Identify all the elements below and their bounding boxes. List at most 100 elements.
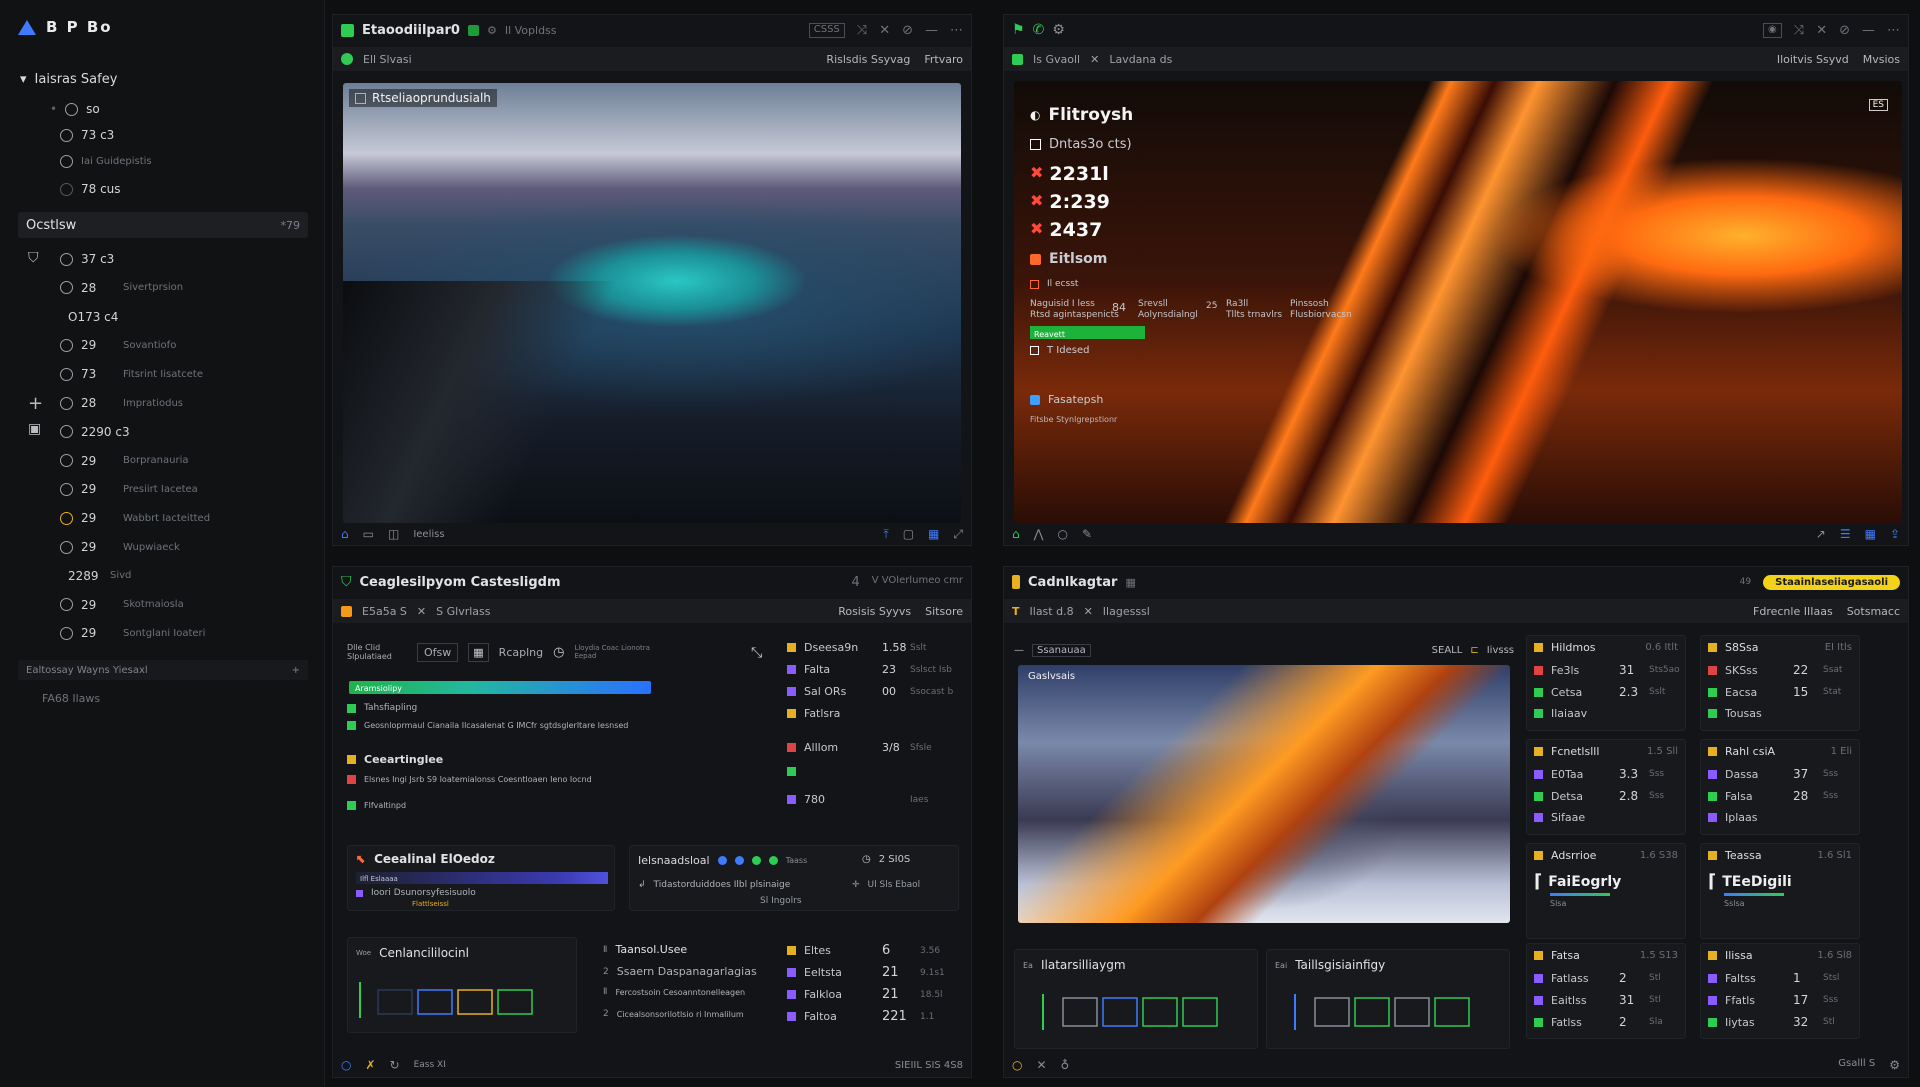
tree-item[interactable]: 28 Impratiodus [60, 396, 183, 410]
tab-label[interactable]: Ilast d.8 [1030, 605, 1074, 618]
list-icon[interactable]: ☰ [1840, 527, 1851, 541]
tab-action-1[interactable]: Iloitvis Ssyvd [1777, 53, 1849, 66]
shuffle-icon[interactable]: ⤨ [857, 23, 867, 38]
list-item[interactable]: 2 Ssaern Daspanagarlagias [603, 965, 757, 978]
clock-icon[interactable]: ◷ [553, 645, 564, 660]
viewer-action-2[interactable]: Iivsss [1487, 645, 1514, 656]
brand[interactable]: B P Bo [18, 18, 113, 36]
grid-icon[interactable]: ▦ [468, 642, 489, 662]
tree-item[interactable]: 2289 Sivd [60, 569, 131, 583]
shield-icon[interactable]: ⛉ [28, 250, 39, 266]
tree-item[interactable]: 29 Presiirt Iacetea [60, 482, 198, 496]
image-viewport[interactable]: Gaslvsais [1018, 665, 1510, 923]
view-control[interactable]: V VOlerlumeo cmr [872, 575, 963, 590]
stat-row[interactable]: Dseesa9n 1.58 Sslt [787, 641, 926, 654]
info-card[interactable]: ⬉ Ceealinal ElOedoz Ilfl Eslaaaa Ioori Ds… [347, 845, 615, 911]
tab-action-2[interactable]: Sotsmacc [1847, 605, 1900, 618]
card-action[interactable]: ✛ Ul Sls Ebaol [852, 880, 920, 890]
primary-action-button[interactable]: Staainlaseiiagasaoli [1763, 574, 1900, 590]
tab-label-2[interactable]: Lavdana ds [1109, 53, 1172, 66]
tab-action-2[interactable]: Sitsore [925, 605, 963, 618]
circle-icon[interactable]: ○ [341, 1058, 351, 1072]
tree-item[interactable]: O173 c4 [60, 310, 126, 324]
stat-row[interactable]: Fatlsra [787, 707, 910, 720]
record-icon[interactable]: ◉ [1763, 22, 1782, 38]
tab-close-icon[interactable]: ✕ [1084, 605, 1093, 618]
stat-row[interactable]: Falkloa 21 18.5l [787, 987, 943, 1002]
minimize-icon[interactable]: — [1862, 23, 1875, 38]
stat-row[interactable]: Eeltsta 21 9.1s1 [787, 965, 945, 980]
home-icon[interactable]: ⌂ [1012, 527, 1020, 541]
settings-icon[interactable]: ⚙ [1889, 1058, 1900, 1072]
expand-icon[interactable]: ⤡ [751, 645, 762, 661]
flag-icon[interactable]: ⚑ [1012, 22, 1025, 38]
toolbar-button[interactable]: Rcaplng [499, 646, 543, 659]
list-item[interactable]: Ceeartinglee [347, 753, 443, 766]
arrow-icon[interactable]: ↗ [1816, 527, 1826, 541]
save-icon[interactable]: ▦ [928, 527, 939, 542]
tree-item[interactable]: 28 Sivertprsion [60, 281, 183, 295]
tab-label-2[interactable]: Ilagesssl [1103, 605, 1150, 618]
tree-item[interactable]: 2290 c3 [60, 425, 138, 439]
tree-item[interactable]: 73 c3 [60, 128, 115, 142]
close-icon[interactable]: ✕ [1036, 1058, 1046, 1072]
viewer-mode[interactable]: Ssanauaa [1032, 643, 1091, 657]
stat-row[interactable]: 780 Iaes [787, 793, 928, 806]
tab-action-1[interactable]: Rosisis Syyvs [838, 605, 911, 618]
toolbar-button[interactable]: Ofsw [417, 642, 459, 662]
stat-row[interactable]: Falta 23 Sslsct Isb [787, 663, 952, 676]
shuffle-icon[interactable]: ⤨ [1794, 23, 1804, 38]
bolt-icon[interactable]: ✗ [365, 1058, 375, 1072]
add-workspace-button[interactable]: + [292, 665, 300, 676]
tab-label[interactable]: E5a5a S [362, 605, 407, 618]
viewer-action[interactable]: SEALL [1432, 645, 1463, 656]
pen-icon[interactable]: ✎ [1082, 527, 1092, 541]
arrow-up-icon[interactable]: ⤒ [883, 527, 888, 542]
layout-icon[interactable]: ◫ [388, 527, 399, 541]
more-icon[interactable]: ⋯ [950, 23, 963, 38]
tree-item[interactable]: 29 Wupwiaeck [60, 540, 180, 554]
close-icon[interactable]: ✕ [879, 23, 890, 38]
tree-section-header[interactable]: ▾ Iaisras Safey [20, 72, 117, 87]
tab-label[interactable]: Is Gvaoll [1033, 53, 1080, 66]
search-icon[interactable]: ○ [1057, 527, 1067, 541]
tab-action-1[interactable]: Rislsdis Ssyvag [826, 53, 910, 66]
tab-action-2[interactable]: Frtvaro [924, 53, 963, 66]
tree-item[interactable]: 29 Borpranauria [60, 454, 189, 468]
hud-badge[interactable]: ES [1868, 99, 1888, 111]
tab-label[interactable]: Ell Slvasi [363, 53, 412, 66]
settings-icon[interactable]: ⚙ [487, 24, 497, 37]
list-item[interactable]: Geosnloprmaul Cianaila Ilcasalenat G IMC… [347, 721, 628, 730]
add-icon[interactable]: + [28, 393, 43, 414]
stat-row[interactable] [787, 767, 910, 776]
tab-close-icon[interactable]: ✕ [417, 605, 426, 618]
save-icon[interactable]: ▦ [1865, 527, 1876, 541]
stat-row[interactable]: Faltoa 221 1.1 [787, 1009, 934, 1024]
stop-icon[interactable]: ⊘ [902, 23, 913, 38]
tab-action-1[interactable]: Fdrecnle IIIaas [1753, 605, 1833, 618]
gear-icon[interactable]: ⚙ [1052, 22, 1065, 38]
mode-button[interactable]: CSSS [808, 22, 845, 38]
tab-label-2[interactable]: S Glvrlass [436, 605, 490, 618]
mic-icon[interactable]: ♁ [1061, 1058, 1070, 1072]
list-item[interactable]: Flfvaltinpd [347, 801, 406, 810]
stop-icon[interactable]: ⊘ [1839, 23, 1850, 38]
image-icon[interactable]: ▢ [903, 527, 914, 542]
grid-icon[interactable]: ▦ [1125, 576, 1135, 589]
list-item[interactable]: Elsnes Ingi Jsrb S9 Ioatemialonss Coesnt… [347, 775, 592, 784]
tree-item[interactable]: • so [50, 102, 120, 116]
minimize-icon[interactable]: — [925, 23, 938, 38]
tree-item[interactable]: 29 Skotmaiosla [60, 598, 184, 612]
stat-row[interactable]: Sal ORs 00 Ssocast b [787, 685, 953, 698]
tree-item[interactable]: 37 c3 [60, 252, 123, 266]
expand-icon[interactable]: ⤢ [953, 527, 963, 542]
mini-chart-card[interactable]: Ea Ilatarsilliaygm [1014, 949, 1258, 1049]
info-card[interactable]: Ielsnaadsloal Taass ◷ 2 SI0S ↲ Tidastordui… [629, 845, 959, 911]
close-icon[interactable]: ✕ [1816, 23, 1827, 38]
stat-row[interactable]: Alllom 3/8 Sfsle [787, 741, 932, 754]
refresh-icon[interactable]: ↻ [390, 1058, 400, 1072]
tree-item[interactable]: Iai Guidepistis [60, 155, 152, 168]
phone-icon[interactable]: ✆ [1033, 22, 1045, 38]
image-viewport[interactable]: Rtseliaoprundusialh [343, 83, 961, 523]
tree-item[interactable]: 29 Sontglani Ioateri [60, 626, 205, 640]
